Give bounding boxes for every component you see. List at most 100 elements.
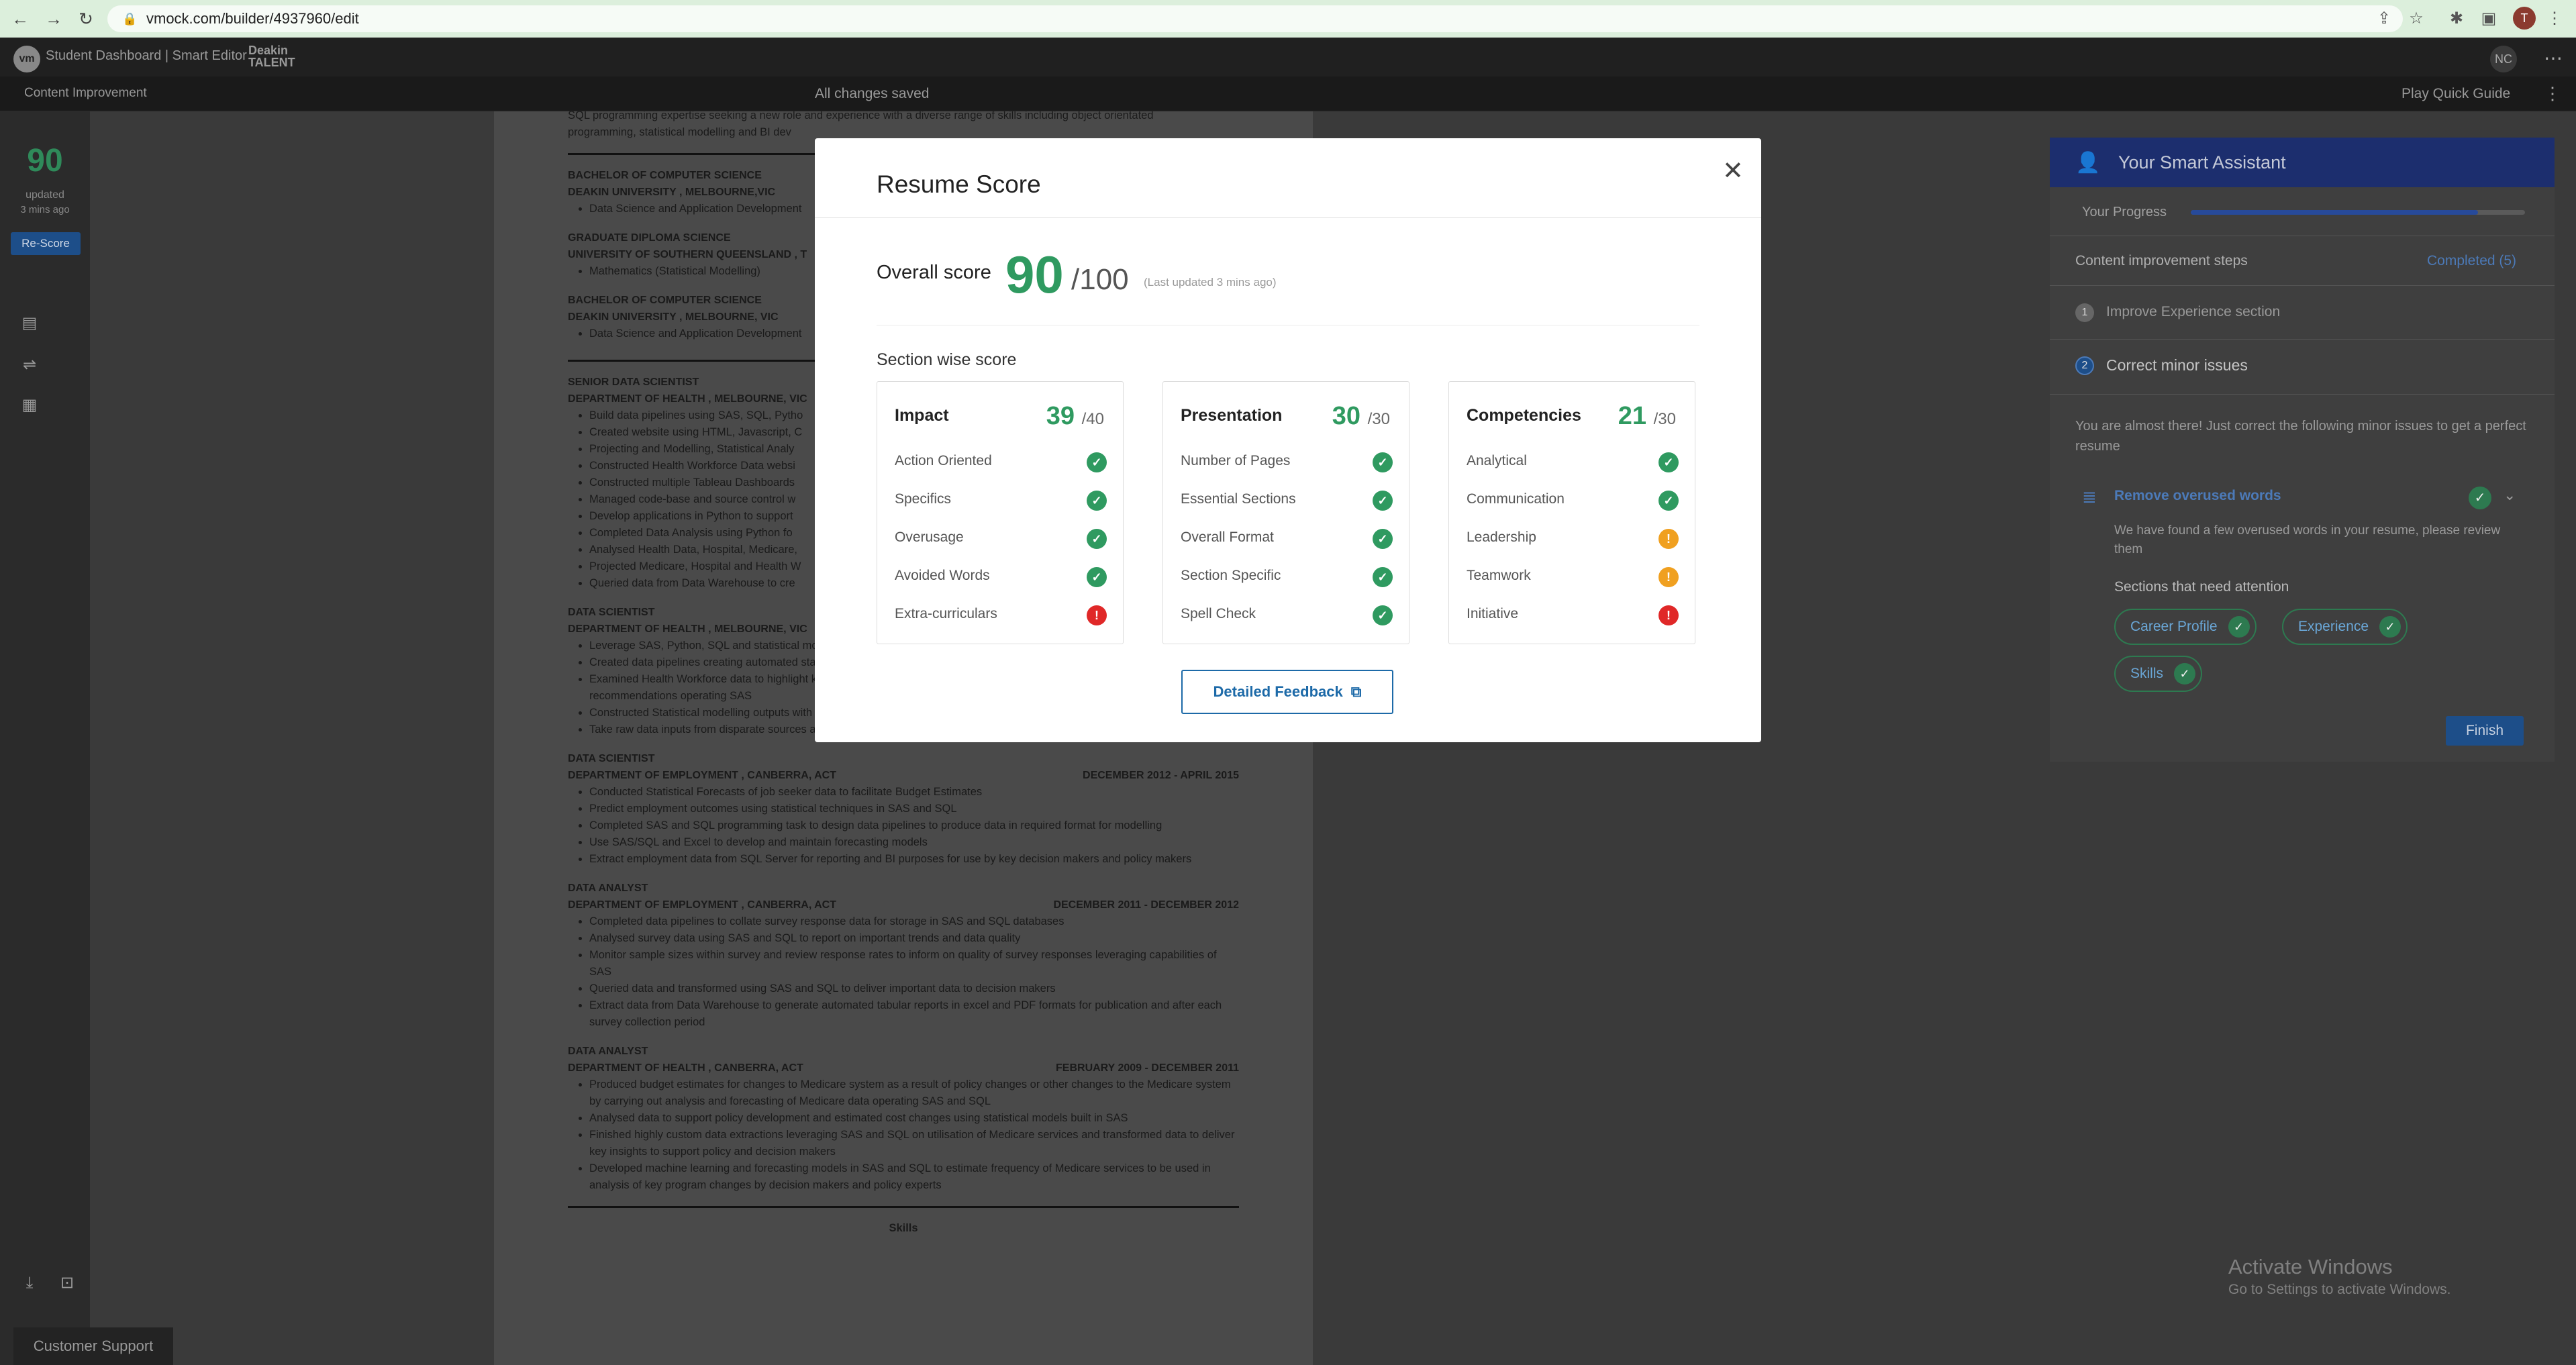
steps-label: Content improvement steps — [2075, 253, 2248, 268]
criteria-row: Communication ✓ — [1467, 487, 1679, 514]
apps-grid-icon[interactable]: ⋯ — [2544, 47, 2563, 69]
dashboard-icon[interactable]: ▦ — [19, 395, 40, 416]
criteria-label: Overall Format — [1181, 529, 1274, 545]
card-score: 30 /30 — [1332, 402, 1390, 430]
step-1-label[interactable]: Improve Experience section — [2106, 304, 2280, 320]
smart-assistant-title: Your Smart Assistant — [2118, 152, 2286, 172]
step-2-number: 2 — [2075, 356, 2094, 375]
score-card-impact: Impact 39 /40 Action Oriented ✓ Specifics ✓ Ov… — [877, 381, 1124, 644]
finish-button[interactable]: Finish — [2446, 716, 2524, 746]
list-item: Produced budget estimates for changes to… — [589, 1076, 1239, 1110]
criteria-label: Overusage — [895, 529, 964, 545]
criteria-label: Essential Sections — [1181, 491, 1296, 507]
overused-words-item[interactable]: Remove overused words — [2114, 488, 2281, 504]
share-icon[interactable]: ⇪ — [2373, 8, 2395, 30]
url-text: vmock.com/builder/4937960/edit — [146, 10, 359, 27]
skills-heading: Skills — [889, 1222, 918, 1234]
check-circle-icon: ✓ — [1373, 605, 1393, 625]
check-circle-icon: ✓ — [1087, 452, 1107, 472]
app-title[interactable]: Student Dashboard | Smart Editor — [46, 48, 247, 64]
spellcheck-list-icon: ≣ — [2082, 487, 2097, 507]
completed-link[interactable]: Completed (5) — [2427, 253, 2516, 269]
step-1-number: 1 — [2075, 303, 2094, 322]
card-title: Impact — [895, 406, 949, 425]
divider — [2050, 339, 2555, 340]
list-item: Use SAS/SQL and Excel to develop and mai… — [589, 834, 1239, 851]
chip-skills[interactable]: Skills ✓ — [2114, 656, 2203, 692]
profile-avatar[interactable]: T — [2513, 7, 2536, 30]
rescore-button[interactable]: Re-Score — [11, 232, 81, 255]
list-item: Conducted Statistical Forecasts of job s… — [589, 784, 1239, 801]
list-item: Queried data and transformed using SAS a… — [589, 980, 1239, 997]
divider — [568, 1206, 1239, 1208]
criteria-row: Overall Format ✓ — [1181, 525, 1393, 552]
card-title: Presentation — [1181, 406, 1283, 425]
external-link-icon: ⧉ — [1350, 683, 1362, 700]
check-circle-icon: ✓ — [1087, 529, 1107, 549]
resume-score-modal: Resume Score ✕ Overall score 90 /100 (La… — [815, 138, 1761, 742]
list-item: Predict employment outcomes using statis… — [589, 801, 1239, 817]
criteria-row: Specifics ✓ — [895, 487, 1107, 514]
vmock-logo[interactable]: vm — [13, 46, 40, 72]
card-title: Competencies — [1467, 406, 1581, 425]
quick-guide-link[interactable]: Play Quick Guide — [2401, 86, 2510, 102]
customer-support-button[interactable]: Customer Support — [13, 1327, 173, 1365]
close-icon[interactable]: ✕ — [1722, 158, 1744, 184]
criteria-label: Section Specific — [1181, 568, 1281, 583]
progress-fill — [2191, 210, 2479, 215]
back-icon[interactable]: ← — [9, 8, 31, 30]
url-bar[interactable]: 🔒 vmock.com/builder/4937960/edit — [107, 5, 2403, 32]
reload-icon[interactable]: ↻ — [75, 8, 97, 30]
divider — [815, 217, 1761, 218]
app-top-bar: vm Student Dashboard | Smart Editor Deak… — [0, 38, 2576, 77]
user-avatar[interactable]: NC — [2490, 46, 2517, 72]
mode-label: Content Improvement — [24, 86, 147, 100]
criteria-label: Teamwork — [1467, 568, 1531, 583]
sidebar-updated-label: updated — [26, 189, 64, 201]
forward-icon[interactable]: → — [43, 8, 64, 30]
card-score: 39 /40 — [1046, 402, 1104, 430]
check-circle-icon: ✓ — [1087, 491, 1107, 511]
detailed-feedback-button[interactable]: Detailed Feedback ⧉ — [1181, 670, 1393, 714]
criteria-row: Number of Pages ✓ — [1181, 449, 1393, 476]
preview-icon[interactable]: ⊡ — [56, 1272, 78, 1294]
chip-experience[interactable]: Experience ✓ — [2282, 609, 2408, 645]
more-options-icon[interactable]: ⋮ — [2544, 83, 2561, 104]
lock-icon: 🔒 — [122, 12, 138, 26]
error-icon: ! — [1087, 605, 1107, 625]
experience-entry[interactable]: DATA SCIENTIST December 2012 - April 2015… — [568, 750, 1239, 868]
sidebar-updated-ago: 3 mins ago — [20, 204, 70, 215]
smart-assistant-panel: 👤 Your Smart Assistant Your Progress Con… — [2050, 138, 2555, 762]
experience-entry[interactable]: DATA ANALYST December 2011 - December 201… — [568, 880, 1239, 1031]
calendar-icon[interactable]: ▤ — [19, 313, 40, 334]
assistant-avatar-icon: 👤 — [2075, 152, 2101, 174]
bookmark-star-icon[interactable]: ☆ — [2406, 8, 2427, 30]
browser-menu-icon[interactable]: ⋮ — [2544, 8, 2565, 30]
app-sub-bar: Content Improvement All changes saved Pl… — [0, 77, 2576, 111]
divider — [2050, 285, 2555, 286]
check-circle-icon: ✓ — [1373, 491, 1393, 511]
sliders-icon[interactable]: ⇌ — [19, 354, 40, 376]
step-2-label[interactable]: Correct minor issues — [2106, 356, 2248, 374]
criteria-row: Analytical ✓ — [1467, 449, 1679, 476]
experience-entry[interactable]: DATA ANALYST February 2009 - December 201… — [568, 1043, 1239, 1194]
list-item: Analysed data to support policy developm… — [589, 1110, 1239, 1127]
list-item: Extract employment data from SQL Server … — [589, 851, 1239, 868]
extensions-icon[interactable]: ✱ — [2446, 8, 2467, 30]
score-card-presentation: Presentation 30 /30 Number of Pages ✓ Essent… — [1162, 381, 1409, 644]
criteria-row: Section Specific ✓ — [1181, 564, 1393, 591]
list-item: Extract data from Data Warehouse to gene… — [589, 997, 1239, 1031]
chevron-down-icon[interactable]: ⌄ — [2504, 487, 2516, 504]
criteria-row: Leadership! — [1467, 525, 1679, 552]
resume-intro: SQL programming expertise seeking a new … — [568, 111, 1154, 138]
list-item: Completed SAS and SQL programming task t… — [589, 817, 1239, 834]
chip-career-profile[interactable]: Career Profile ✓ — [2114, 609, 2257, 645]
score-card-competencies: Competencies 21 /30 Analytical ✓ Communicati… — [1448, 381, 1695, 644]
side-panel-icon[interactable]: ▣ — [2478, 8, 2499, 30]
criteria-label: Specifics — [895, 491, 952, 507]
download-icon[interactable]: ⤓ — [19, 1272, 40, 1294]
attention-label: Sections that need attention — [2114, 579, 2289, 595]
criteria-label: Action Oriented — [895, 453, 992, 468]
criteria-label: Extra-curriculars — [895, 606, 997, 621]
criteria-label: Initiative — [1467, 606, 1519, 621]
